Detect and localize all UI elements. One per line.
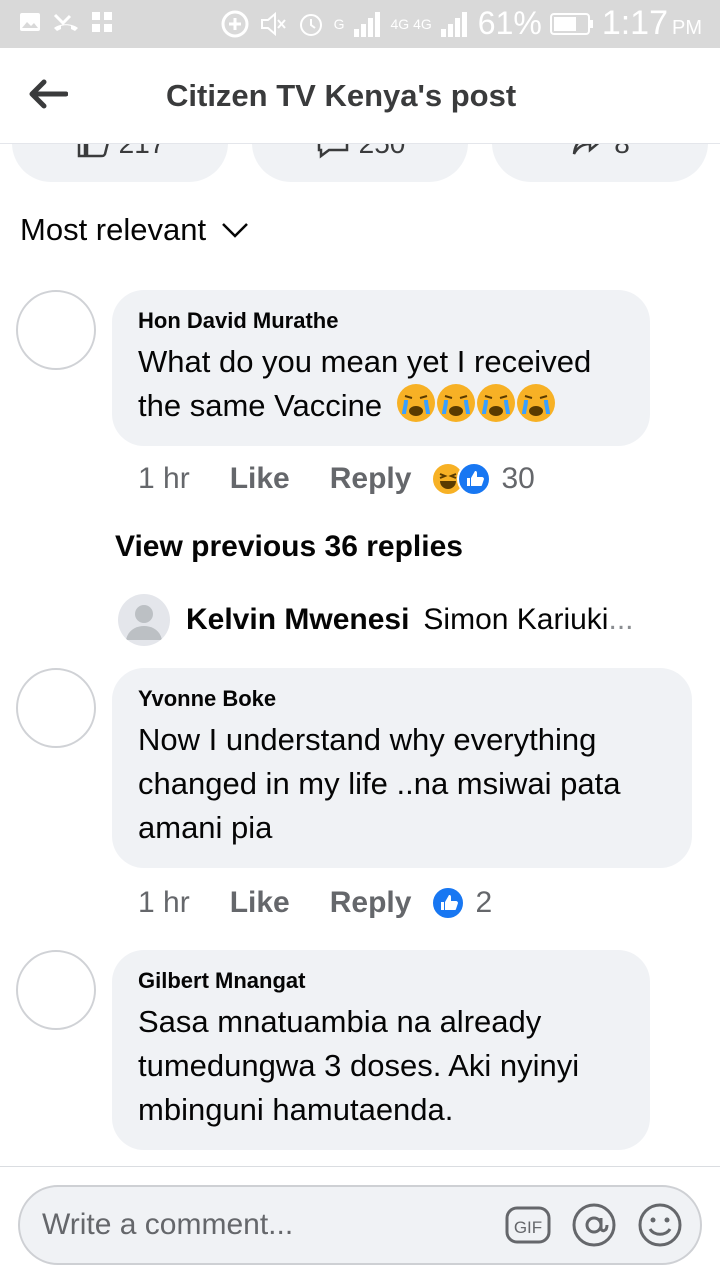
- crying-emoji-icon: [436, 384, 475, 422]
- crying-emoji-icon: [396, 384, 435, 422]
- back-button[interactable]: [28, 74, 69, 114]
- battery-percent: 61%: [477, 5, 542, 41]
- comments-count: 250: [359, 144, 406, 160]
- comment-composer: Write a comment... GIF: [0, 1166, 720, 1280]
- avatar[interactable]: [16, 668, 96, 748]
- battery-icon: [549, 12, 593, 35]
- thumbs-up-icon: [77, 144, 109, 158]
- avatar[interactable]: [16, 950, 96, 1030]
- reply-button[interactable]: Reply: [330, 886, 412, 920]
- comment-time[interactable]: 1 hr: [138, 886, 190, 920]
- likes-count: 217: [119, 144, 166, 160]
- composer-actions: GIF: [504, 1201, 684, 1249]
- reply-snippet: Simon Kariuki...: [423, 603, 634, 636]
- comment-text: Sasa mnatuambia na already tumedungwa 3 …: [138, 1004, 580, 1127]
- signal-label-1: G: [333, 15, 345, 32]
- mute-icon: [260, 11, 286, 36]
- post-header: Citizen TV Kenya's post: [0, 48, 720, 144]
- reaction-count[interactable]: 30: [501, 462, 534, 496]
- sort-dropdown[interactable]: Most relevant: [20, 212, 250, 248]
- comment-text: Now I understand why everything changed …: [138, 722, 621, 845]
- mention-icon[interactable]: [570, 1201, 618, 1249]
- chevron-down-icon: [222, 223, 248, 238]
- status-bar-notifications: [18, 10, 114, 34]
- comment-bubble: Hon David Murathe What do you mean yet I…: [112, 290, 650, 446]
- shares-pill[interactable]: 8: [492, 144, 708, 182]
- signal-2-icon: [440, 11, 467, 37]
- likes-pill[interactable]: 217: [12, 144, 228, 182]
- comment-text: What do you mean yet I received the same…: [138, 344, 592, 423]
- missed-call-icon: [53, 13, 78, 31]
- avatar[interactable]: [16, 290, 96, 370]
- status-time: 1:17 PM: [601, 4, 702, 42]
- default-avatar-icon: [118, 594, 170, 646]
- signal-1-icon: [353, 11, 380, 37]
- signal-label-2: 4G 4G: [390, 15, 432, 32]
- view-previous-replies-link[interactable]: View previous 36 replies: [115, 530, 463, 564]
- shares-count: 8: [614, 144, 630, 160]
- like-reaction-icon[interactable]: [457, 462, 492, 496]
- crying-emoji-icon: [476, 384, 515, 422]
- comment-bubble: Gilbert Mnangat Sasa mnatuambia na alrea…: [112, 950, 650, 1150]
- alarm-icon: [299, 13, 322, 36]
- svg-text:GIF: GIF: [514, 1218, 542, 1237]
- comment-time[interactable]: 1 hr: [138, 462, 190, 496]
- comment-placeholder: Write a comment...: [42, 1208, 294, 1241]
- sort-label: Most relevant: [20, 212, 207, 247]
- status-bar-system: G 4G 4G 61% 1:17 PM: [220, 4, 702, 43]
- comment-bubble-icon: [317, 144, 348, 159]
- share-icon: [572, 144, 600, 155]
- status-bar: G 4G 4G 61% 1:17 PM: [0, 0, 720, 48]
- gif-icon[interactable]: GIF: [504, 1201, 552, 1249]
- reply-author: Kelvin Mwenesi: [186, 603, 410, 636]
- like-button[interactable]: Like: [230, 462, 290, 496]
- comment-author[interactable]: Gilbert Mnangat: [138, 968, 624, 994]
- reply-preview[interactable]: Kelvin Mwenesi Simon Kariuki...: [118, 594, 634, 646]
- like-button[interactable]: Like: [230, 886, 290, 920]
- apps-icon: [92, 12, 112, 32]
- reply-button[interactable]: Reply: [330, 462, 412, 496]
- back-arrow-icon: [29, 79, 69, 109]
- emoji-icon[interactable]: [636, 1201, 684, 1249]
- gallery-icon: [20, 13, 40, 31]
- crying-emoji-icon: [516, 384, 555, 422]
- like-reaction-icon[interactable]: [431, 886, 466, 920]
- reaction-count[interactable]: 2: [475, 886, 492, 920]
- comment-author[interactable]: Yvonne Boke: [138, 686, 666, 712]
- reaction-summary-bar: 217 250 8: [0, 144, 720, 184]
- data-saver-icon: [221, 10, 249, 37]
- comment-actions: 1 hr Like Reply 30: [138, 462, 535, 496]
- page-title: Citizen TV Kenya's post: [166, 78, 517, 113]
- comment-bubble: Yvonne Boke Now I understand why everyth…: [112, 668, 692, 868]
- comment-author[interactable]: Hon David Murathe: [138, 308, 624, 334]
- comment-actions: 1 hr Like Reply 2: [138, 886, 492, 920]
- comments-pill[interactable]: 250: [252, 144, 468, 182]
